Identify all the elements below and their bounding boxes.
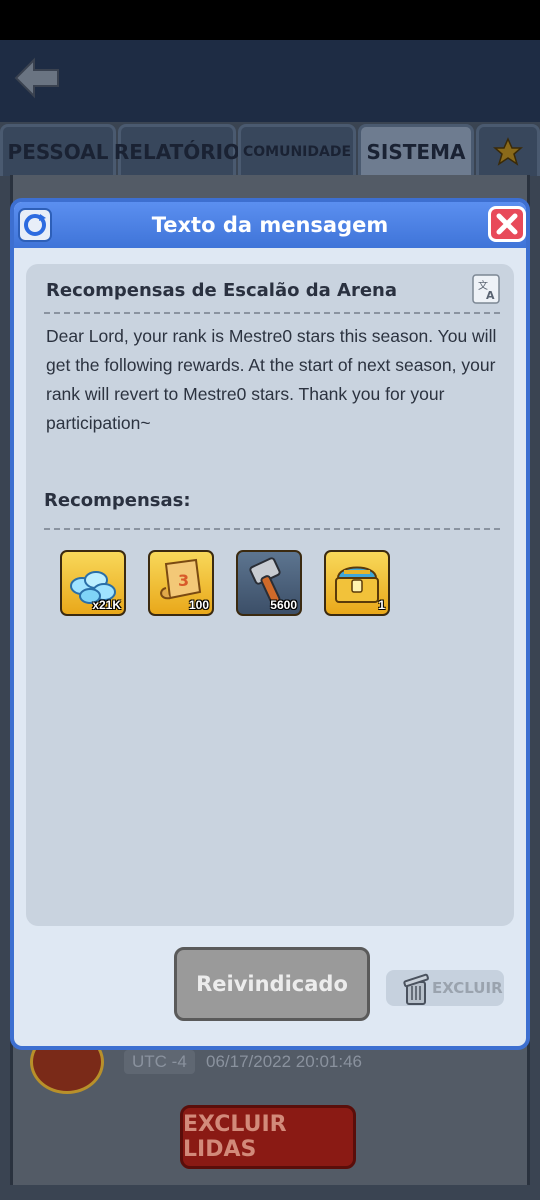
timezone-label: UTC -4 [124, 1050, 195, 1074]
delete-read-label: EXCLUIR LIDAS [183, 1112, 287, 1162]
delete-read-button[interactable]: EXCLUIR LIDAS [180, 1105, 356, 1169]
claimed-label: Reivindicado [196, 972, 348, 996]
close-icon [496, 213, 518, 235]
tab-sistema[interactable]: SISTEMA [358, 124, 474, 176]
rewards-title: Recompensas: [44, 490, 191, 511]
translate-icon[interactable]: 文 A [472, 274, 500, 304]
divider [44, 528, 500, 530]
tab-label: COMUNIDADE [242, 143, 352, 160]
reward-chest[interactable]: 1 [324, 550, 390, 616]
message-subject: Recompensas de Escalão da Arena [46, 280, 398, 301]
reward-hammer[interactable]: 5600 [236, 550, 302, 616]
close-button[interactable] [488, 206, 526, 242]
top-header [0, 40, 540, 122]
refresh-icon [24, 214, 46, 236]
mail-tabs: PESSOAL RELATÓRIO COMUNIDADE SISTEMA [0, 124, 540, 176]
mail-timestamp: 06/17/2022 20:01:46 [206, 1052, 362, 1071]
tab-pessoal[interactable]: PESSOAL [0, 124, 116, 176]
message-body: Dear Lord, your rank is Mestre0 stars th… [46, 326, 497, 433]
reward-count: x21K [92, 598, 121, 612]
svg-text:A: A [486, 289, 495, 302]
tab-label: SISTEMA [366, 139, 466, 164]
tab-favorites[interactable] [476, 124, 540, 176]
delete-label: EXCLUIR [432, 979, 503, 997]
reward-count: 5600 [270, 598, 297, 612]
reward-count: 100 [188, 598, 209, 612]
divider [44, 312, 500, 314]
tab-comunidade[interactable]: COMUNIDADE [238, 124, 356, 176]
reward-diamonds[interactable]: x21K [60, 550, 126, 616]
back-arrow-icon[interactable] [12, 56, 62, 100]
reward-count: 1 [378, 598, 385, 612]
message-dialog: Texto da mensagem Recompensas de Escalão… [10, 198, 530, 1050]
claimed-button[interactable]: Reivindicado [174, 947, 370, 1021]
trash-icon [400, 972, 434, 1006]
svg-text:3: 3 [178, 571, 189, 590]
status-bar [0, 0, 540, 40]
tab-relatorio[interactable]: RELATÓRIO [114, 124, 240, 176]
delete-button[interactable]: EXCLUIR [386, 970, 504, 1006]
message-content: Recompensas de Escalão da Arena 文 A Dear… [26, 264, 514, 926]
refresh-button[interactable] [18, 208, 52, 242]
reward-scroll[interactable]: 3 100 [148, 550, 214, 616]
star-icon [493, 136, 523, 166]
tab-label: RELATÓRIO [113, 139, 241, 164]
dialog-title: Texto da mensagem [151, 213, 389, 237]
tab-label: PESSOAL [7, 139, 109, 164]
